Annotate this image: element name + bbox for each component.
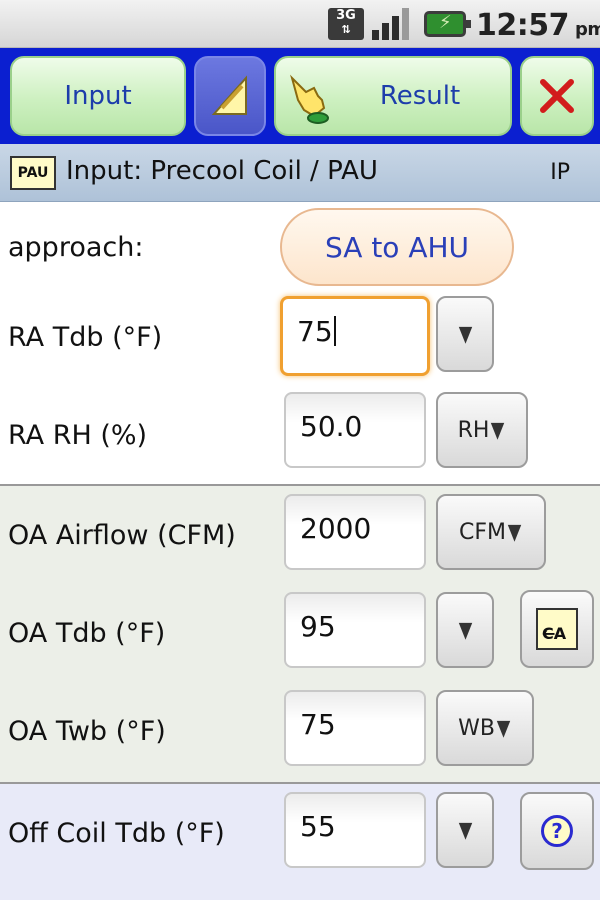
off-coil-tdb-dropdown[interactable]: ▼	[436, 792, 494, 868]
oa-tdb-label: OA Tdb (°F)	[8, 618, 166, 649]
ra-tdb-input[interactable]: 75	[280, 296, 430, 376]
help-icon: ?	[541, 815, 573, 847]
ra-rh-label: RA RH (%)	[8, 420, 148, 451]
section-header: PAU Input: Precool Coil / PAU IP	[0, 144, 600, 202]
ra-tdb-dropdown[interactable]: ▼	[436, 296, 494, 372]
chevron-down-icon: ▼	[496, 715, 511, 741]
chevron-down-icon: ▼	[458, 617, 472, 643]
clock: 12:57 pm	[476, 8, 600, 43]
signal-strength-icon	[372, 8, 409, 40]
input-button[interactable]: Input	[10, 56, 186, 136]
oa-tdb-input[interactable]: 95	[284, 592, 426, 668]
status-bar: 3G ⇅ ⚡ 12:57 pm	[0, 0, 600, 48]
ra-rh-input[interactable]: 50.0	[284, 392, 426, 468]
off-coil-tdb-label: Off Coil Tdb (°F)	[8, 818, 225, 849]
pau-icon: PAU	[10, 156, 56, 190]
chevron-down-icon: ▼	[507, 519, 522, 545]
help-button[interactable]: ?	[520, 792, 594, 870]
page-title: Input: Precool Coil / PAU	[66, 156, 378, 186]
close-button[interactable]	[520, 56, 594, 136]
ra-tdb-label: RA Tdb (°F)	[8, 322, 163, 353]
pointing-hand-icon	[290, 74, 329, 124]
copy-to-ca-button[interactable]: ← CA	[520, 590, 594, 668]
result-button-label: Result	[379, 81, 461, 111]
notepad-icon	[211, 75, 247, 115]
oa-twb-input[interactable]: 75	[284, 690, 426, 766]
outside-air-section: OA Airflow (CFM) 2000 CFM ▼ OA Tdb (°F) …	[0, 486, 600, 784]
chevron-down-icon: ▼	[458, 817, 472, 843]
approach-label: approach:	[8, 232, 144, 263]
oa-airflow-input[interactable]: 2000	[284, 494, 426, 570]
off-coil-tdb-input[interactable]: 55	[284, 792, 426, 868]
oa-tdb-dropdown[interactable]: ▼	[436, 592, 494, 668]
close-icon	[540, 79, 574, 113]
oa-airflow-unit-dropdown[interactable]: CFM ▼	[436, 494, 546, 570]
text-caret	[333, 316, 336, 346]
result-button[interactable]: Result	[274, 56, 512, 136]
approach-button[interactable]: SA to AHU	[280, 208, 514, 286]
return-air-section: approach: SA to AHU RA Tdb (°F) 75 ▼ RA …	[0, 202, 600, 486]
unit-system-label: IP	[550, 160, 570, 185]
chevron-down-icon: ▼	[491, 417, 505, 443]
chevron-down-icon: ▼	[458, 321, 472, 347]
ra-rh-unit-dropdown[interactable]: RH ▼	[436, 392, 528, 468]
network-3g-icon: 3G ⇅	[328, 8, 364, 40]
input-button-label: Input	[64, 81, 132, 111]
approach-value: SA to AHU	[324, 230, 470, 264]
ca-icon: ← CA	[536, 608, 578, 650]
battery-icon: ⚡	[424, 11, 471, 37]
oa-twb-label: OA Twb (°F)	[8, 716, 166, 747]
notes-button[interactable]	[194, 56, 266, 136]
oa-twb-unit-dropdown[interactable]: WB ▼	[436, 690, 534, 766]
toolbar: Input Result	[0, 48, 600, 144]
oa-airflow-label: OA Airflow (CFM)	[8, 520, 236, 551]
off-coil-section: Off Coil Tdb (°F) 55 ▼ ?	[0, 784, 600, 900]
